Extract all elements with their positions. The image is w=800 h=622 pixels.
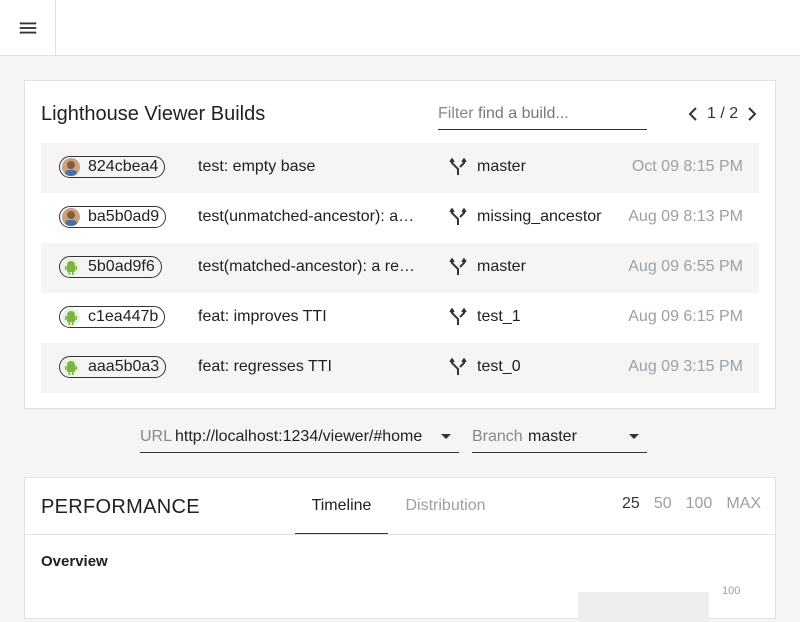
- merge-branch-icon: [449, 358, 467, 375]
- branch: master: [449, 258, 526, 276]
- build-date: Aug 09 3:15 PM: [628, 358, 743, 375]
- branch-name: master: [477, 258, 526, 275]
- tab-distribution[interactable]: Distribution: [388, 478, 503, 534]
- builds-title: Lighthouse Viewer Builds: [41, 103, 266, 125]
- builds-card: Lighthouse Viewer Builds Filter 1 / 2 82…: [24, 80, 776, 409]
- commit-message: feat: improves TTI: [198, 308, 327, 325]
- build-row[interactable]: ba5b0ad9 test(unmatched-ancestor): a… mi…: [41, 193, 759, 243]
- dropdown-arrow-icon: [629, 434, 639, 439]
- android-avatar: [62, 358, 80, 376]
- commit-hash: 5b0ad9f6: [88, 258, 155, 275]
- commit-hash-chip[interactable]: 5b0ad9f6: [59, 256, 162, 278]
- divider: [25, 534, 775, 535]
- build-date: Aug 09 8:13 PM: [628, 208, 743, 225]
- android-avatar: [62, 258, 80, 276]
- performance-card: PERFORMANCE Timeline Distribution 25 50 …: [24, 477, 776, 622]
- branch: missing_ancestor: [449, 208, 602, 226]
- android-avatar: [62, 308, 80, 326]
- chart-tick-label: 100: [722, 585, 741, 597]
- merge-branch-icon: [449, 208, 467, 225]
- commit-hash: ba5b0ad9: [88, 208, 160, 225]
- branch-name: test_0: [477, 358, 521, 375]
- branch-label: Branch: [472, 428, 523, 445]
- zoom-50[interactable]: 50: [654, 495, 672, 513]
- commit-hash: 824cbea4: [88, 158, 159, 175]
- build-row[interactable]: 5b0ad9f6 test(matched-ancestor): a re… m…: [41, 243, 759, 293]
- commit-hash: c1ea447b: [88, 308, 159, 325]
- commit-hash-chip[interactable]: ba5b0ad9: [59, 206, 167, 228]
- top-app-bar: [0, 0, 800, 56]
- zoom-100[interactable]: 100: [686, 495, 713, 513]
- overview-heading: Overview: [41, 553, 108, 570]
- menu-button[interactable]: [0, 0, 56, 55]
- filter-label: Filter: [438, 105, 474, 122]
- chart-bar: [578, 592, 709, 622]
- build-row[interactable]: c1ea447b feat: improves TTI test_1 Aug 0…: [41, 293, 759, 343]
- url-label: URL: [140, 428, 173, 445]
- zoom-max[interactable]: MAX: [726, 495, 761, 513]
- commit-hash-chip[interactable]: c1ea447b: [59, 306, 166, 328]
- url-select[interactable]: URL http://localhost:1234/viewer/#home: [140, 424, 459, 453]
- pager: 1 / 2: [685, 105, 760, 123]
- build-date: Aug 09 6:55 PM: [628, 258, 743, 275]
- person-avatar: [62, 158, 80, 176]
- merge-branch-icon: [449, 308, 467, 325]
- build-row[interactable]: aaa5b0a3 feat: regresses TTI test_0 Aug …: [41, 343, 759, 393]
- builds-list: 824cbea4 test: empty base master Oct 09 …: [41, 143, 759, 393]
- branch: test_0: [449, 358, 521, 376]
- branch: master: [449, 158, 526, 176]
- merge-branch-icon: [449, 158, 467, 175]
- tab-timeline[interactable]: Timeline: [295, 478, 388, 534]
- commit-hash: aaa5b0a3: [88, 358, 160, 375]
- performance-title: PERFORMANCE: [41, 496, 200, 518]
- branch-value: master: [528, 428, 577, 445]
- selectors: URL http://localhost:1234/viewer/#home B…: [140, 424, 648, 453]
- filter-input[interactable]: [478, 103, 646, 125]
- branch-name: test_1: [477, 308, 521, 325]
- zoom-25[interactable]: 25: [622, 495, 640, 513]
- page-indicator: 1 / 2: [707, 105, 739, 122]
- branch-select[interactable]: Branch master: [472, 424, 647, 453]
- build-date: Aug 09 6:15 PM: [628, 308, 743, 325]
- branch-name: master: [477, 158, 526, 175]
- commit-hash-chip[interactable]: 824cbea4: [59, 156, 166, 178]
- commit-hash-chip[interactable]: aaa5b0a3: [59, 356, 167, 378]
- dropdown-arrow-icon: [441, 434, 451, 439]
- build-date: Oct 09 8:15 PM: [631, 158, 743, 175]
- prev-page-button[interactable]: [685, 105, 701, 123]
- commit-message: test(unmatched-ancestor): a…: [198, 208, 415, 225]
- hamburger-menu-icon: [19, 22, 36, 33]
- merge-branch-icon: [449, 258, 467, 275]
- view-tabs: Timeline Distribution: [295, 478, 503, 534]
- filter-field[interactable]: Filter: [438, 103, 647, 130]
- branch: test_1: [449, 308, 521, 326]
- zoom-options: 25 50 100 MAX: [608, 495, 761, 513]
- person-avatar: [62, 208, 80, 226]
- chevron-left-icon: [688, 107, 697, 121]
- url-value: http://localhost:1234/viewer/#home: [175, 428, 423, 445]
- chevron-right-icon: [748, 107, 757, 121]
- commit-message: feat: regresses TTI: [198, 358, 332, 375]
- next-page-button[interactable]: [744, 105, 760, 123]
- commit-message: test: empty base: [198, 158, 316, 175]
- build-row[interactable]: 824cbea4 test: empty base master Oct 09 …: [41, 143, 759, 193]
- branch-name: missing_ancestor: [477, 208, 602, 225]
- commit-message: test(matched-ancestor): a re…: [198, 258, 415, 275]
